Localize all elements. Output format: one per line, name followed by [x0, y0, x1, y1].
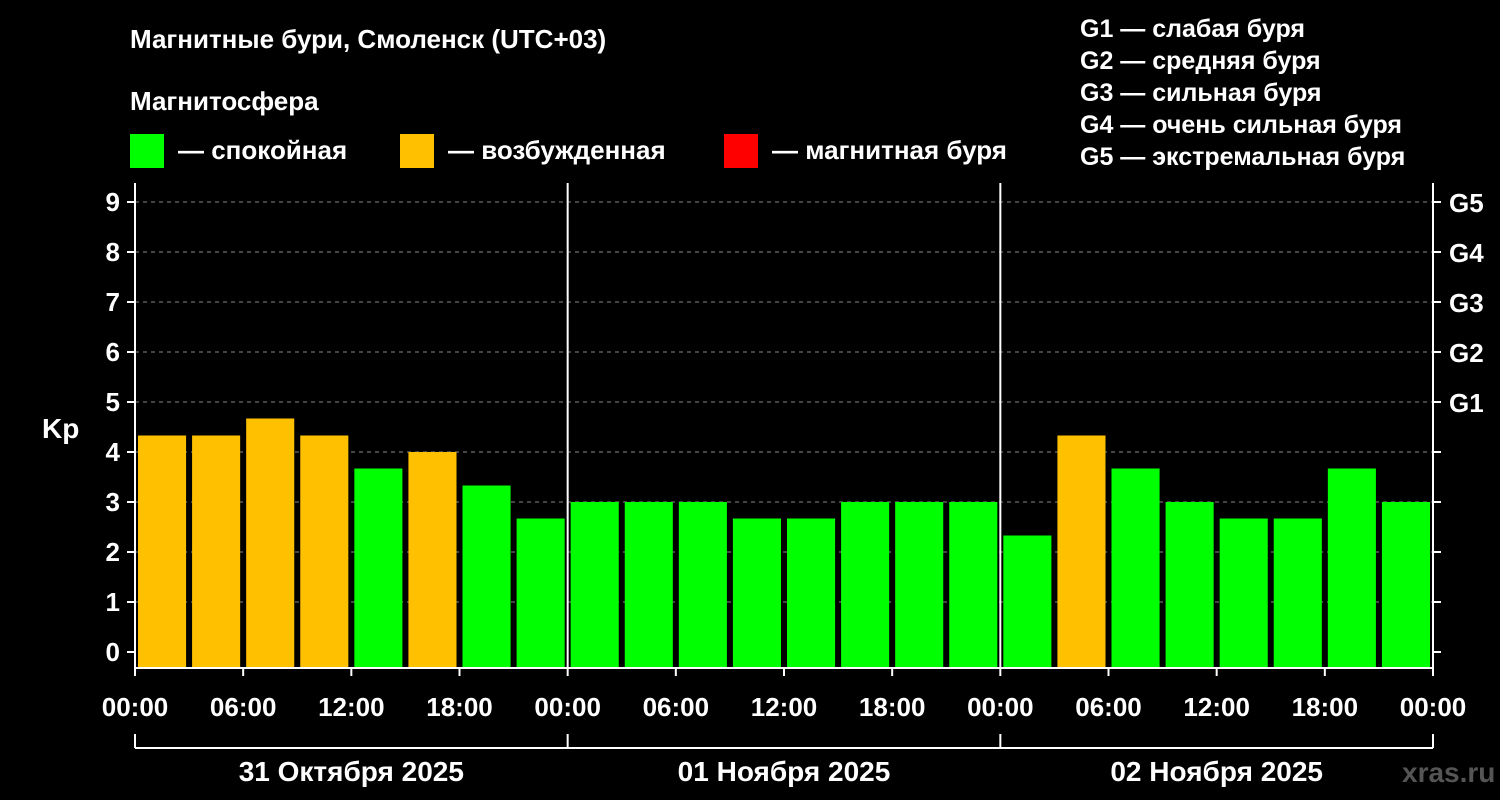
kp-bar [246, 418, 295, 668]
y-tick-label: 3 [106, 487, 120, 517]
x-tick-label: 12:00 [1183, 692, 1250, 722]
y-tick-label: 6 [106, 337, 120, 367]
kp-bar [570, 502, 619, 668]
kp-bar [787, 518, 836, 668]
y-tick-label: 1 [106, 587, 120, 617]
kp-bar [841, 502, 890, 668]
x-tick-label: 18:00 [1292, 692, 1359, 722]
day-label: 02 Ноября 2025 [1110, 756, 1323, 787]
y-tick-label: 0 [106, 637, 120, 667]
kp-bar [949, 502, 998, 668]
y-tick-label: 7 [106, 287, 120, 317]
y-tick-label: 8 [106, 237, 120, 267]
kp-bar [516, 518, 565, 668]
x-tick-label: 12:00 [751, 692, 818, 722]
g-level-tick-label: G1 [1449, 388, 1484, 418]
kp-bar [300, 435, 349, 668]
y-tick-label: 2 [106, 537, 120, 567]
g-level-tick-label: G2 [1449, 338, 1484, 368]
x-tick-label: 00:00 [102, 692, 169, 722]
x-tick-label: 00:00 [967, 692, 1034, 722]
day-label: 31 Октября 2025 [239, 756, 464, 787]
kp-bar [624, 502, 673, 668]
g-level-tick-label: G4 [1449, 238, 1484, 268]
y-tick-label: 4 [106, 437, 121, 467]
kp-bar [895, 502, 944, 668]
x-tick-label: 06:00 [643, 692, 710, 722]
kp-bar [462, 485, 511, 668]
kp-bar [678, 502, 727, 668]
kp-bar [1057, 435, 1106, 668]
x-tick-label: 18:00 [859, 692, 926, 722]
kp-bar [1381, 502, 1430, 668]
kp-bar [1327, 468, 1376, 668]
kp-bar [1273, 518, 1322, 668]
x-tick-label: 00:00 [1400, 692, 1467, 722]
y-tick-label: 9 [106, 187, 120, 217]
kp-bar [1111, 468, 1160, 668]
g-level-tick-label: G5 [1449, 188, 1484, 218]
kp-bar [1165, 502, 1214, 668]
kp-bar [732, 518, 781, 668]
kp-bar [1003, 535, 1052, 668]
kp-bar [138, 435, 187, 668]
kp-bar [354, 468, 403, 668]
kp-bar [192, 435, 241, 668]
x-tick-label: 18:00 [426, 692, 493, 722]
kp-bar [1219, 518, 1268, 668]
day-label: 01 Ноября 2025 [678, 756, 891, 787]
kp-bar [408, 452, 457, 668]
x-tick-label: 06:00 [1075, 692, 1142, 722]
x-tick-label: 12:00 [318, 692, 385, 722]
g-level-tick-label: G3 [1449, 288, 1484, 318]
kp-bar-chart: 0 1 2 3 4 5 6 7 8 9 G1 G2 G3 G4 G5 Kp 00:00 06:00 12:00 18:… [42, 183, 1484, 787]
y-tick-label: 5 [106, 387, 120, 417]
x-tick-label: 00:00 [534, 692, 601, 722]
x-tick-label: 06:00 [210, 692, 277, 722]
watermark: xras.ru [1402, 757, 1496, 788]
y-axis-label: Kp [42, 413, 79, 444]
